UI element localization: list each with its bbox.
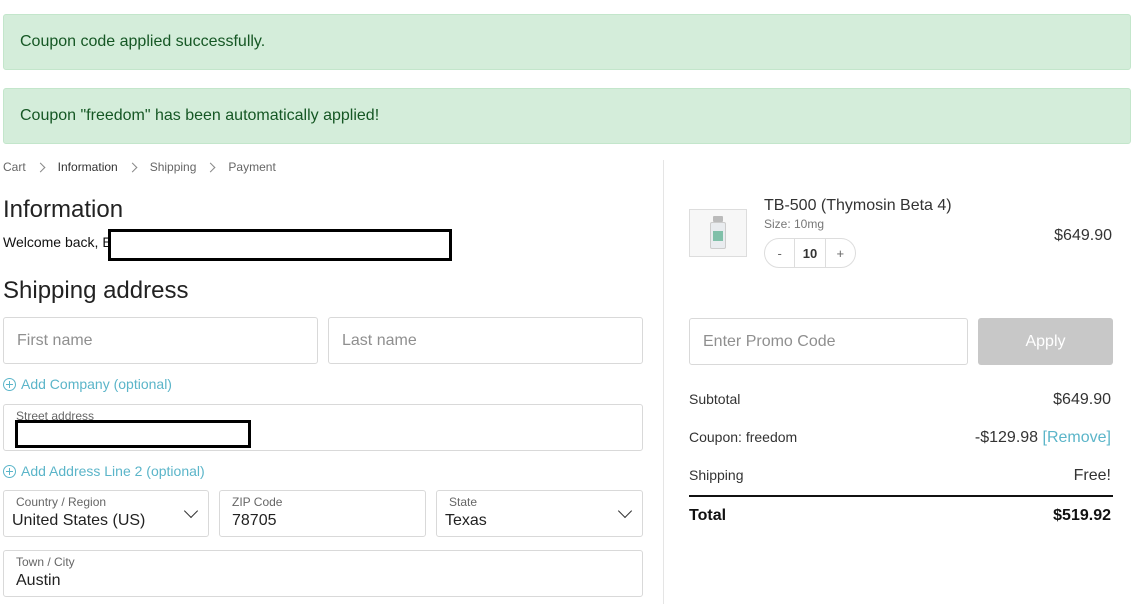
coupon-discount: -$129.98 [Remove] <box>975 429 1111 447</box>
plus-circle-icon <box>3 377 16 391</box>
zip-code-label: ZIP Code <box>232 495 283 509</box>
first-name-field[interactable]: First name <box>3 317 318 364</box>
apply-promo-button[interactable]: Apply <box>978 318 1113 365</box>
chevron-down-icon <box>617 503 633 519</box>
chevron-right-icon <box>205 162 216 172</box>
add-address-line2-label: Add Address Line 2 (optional) <box>21 463 205 479</box>
coupon-row: Coupon: freedom -$129.98 [Remove] <box>689 429 1111 447</box>
quantity-value[interactable]: 10 <box>794 239 826 267</box>
total-label: Total <box>689 507 727 524</box>
country-value: United States (US) <box>12 512 146 529</box>
coupon-value: -$129.98 <box>974 429 1039 446</box>
plus-circle-icon <box>3 464 16 478</box>
country-label: Country / Region <box>16 495 107 509</box>
zip-code-field[interactable]: ZIP Code 78705 <box>219 490 426 537</box>
total-value: $519.92 <box>1053 507 1111 524</box>
chevron-right-icon <box>127 162 138 172</box>
city-field[interactable]: Town / City Austin <box>3 550 643 597</box>
breadcrumb-cart[interactable]: Cart <box>3 160 26 174</box>
redaction-box <box>108 229 452 261</box>
promo-code-input[interactable]: Enter Promo Code <box>689 318 968 365</box>
shipping-value: Free! <box>1073 467 1111 484</box>
column-divider <box>663 160 664 604</box>
welcome-text: Welcome back, E <box>3 234 112 250</box>
total-row: Total $519.92 <box>689 507 1111 525</box>
city-value: Austin <box>16 572 61 589</box>
redaction-box <box>15 420 251 448</box>
total-divider <box>689 495 1113 497</box>
information-heading: Information <box>3 196 124 223</box>
state-label: State <box>449 495 478 509</box>
zip-code-value: 78705 <box>232 512 277 529</box>
breadcrumb-information: Information <box>57 160 118 174</box>
vial-icon <box>710 216 726 250</box>
decrease-quantity-button[interactable]: - <box>765 246 794 261</box>
country-select[interactable]: Country / Region United States (US) <box>3 490 209 537</box>
breadcrumb-shipping: Shipping <box>149 160 197 174</box>
add-company-label: Add Company (optional) <box>21 376 172 392</box>
product-thumbnail <box>689 209 747 257</box>
coupon-auto-notice: Coupon "freedom" has been automatically … <box>3 88 1131 144</box>
shipping-label: Shipping <box>689 467 744 483</box>
promo-code-placeholder: Enter Promo Code <box>703 333 836 350</box>
last-name-placeholder: Last name <box>342 332 417 349</box>
add-company-link[interactable]: Add Company (optional) <box>3 376 172 392</box>
increase-quantity-button[interactable]: + <box>826 246 855 261</box>
first-name-placeholder: First name <box>17 332 93 349</box>
shipping-row: Shipping Free! <box>689 467 1111 485</box>
quantity-stepper: - 10 + <box>764 238 856 268</box>
coupon-success-text: Coupon code applied successfully. <box>20 33 266 50</box>
chevron-down-icon <box>183 503 199 519</box>
coupon-label: Coupon: freedom <box>689 429 798 445</box>
coupon-success-notice: Coupon code applied successfully. <box>3 14 1131 70</box>
breadcrumb: Cart Information Shipping Payment <box>3 160 276 174</box>
chevron-right-icon <box>35 162 46 172</box>
city-label: Town / City <box>16 555 75 569</box>
product-price: $649.90 <box>1054 227 1112 244</box>
add-address-line2-link[interactable]: Add Address Line 2 (optional) <box>3 463 205 479</box>
coupon-auto-text: Coupon "freedom" has been automatically … <box>20 107 380 124</box>
state-value: Texas <box>445 512 487 529</box>
last-name-field[interactable]: Last name <box>328 317 643 364</box>
product-size: Size: 10mg <box>764 217 825 231</box>
shipping-address-heading: Shipping address <box>3 277 189 304</box>
breadcrumb-payment: Payment <box>228 160 276 174</box>
subtotal-row: Subtotal $649.90 <box>689 391 1111 409</box>
remove-coupon-link[interactable]: [Remove] <box>1043 429 1111 446</box>
subtotal-value: $649.90 <box>1053 391 1111 408</box>
state-select[interactable]: State Texas <box>436 490 643 537</box>
product-name: TB-500 (Thymosin Beta 4) <box>764 197 952 214</box>
subtotal-label: Subtotal <box>689 391 741 407</box>
